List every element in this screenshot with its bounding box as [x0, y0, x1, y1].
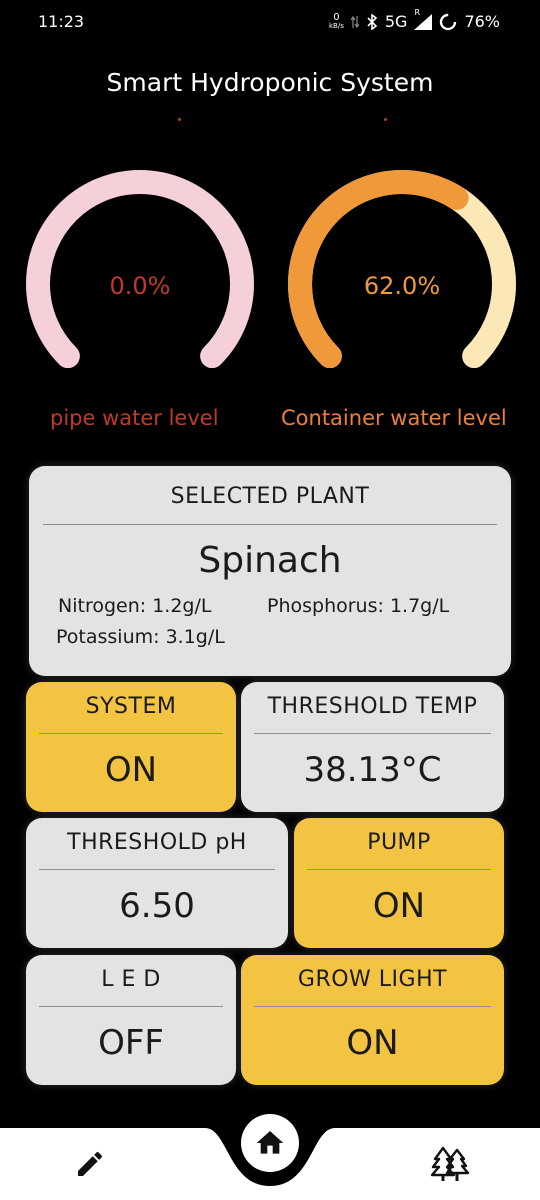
- edit-nav-button[interactable]: [64, 1142, 116, 1186]
- card-divider: [307, 869, 491, 870]
- threshold-ph-header: THRESHOLD pH: [67, 830, 247, 855]
- potassium-value: Potassium: 3.1g/L: [56, 626, 225, 648]
- gauge-fill: [288, 170, 469, 368]
- pump-status-value: ON: [372, 886, 426, 926]
- home-icon: [256, 1131, 284, 1154]
- plants-nav-button[interactable]: [422, 1140, 478, 1188]
- pump-header: PUMP: [367, 830, 431, 855]
- battery-percent: 76%: [464, 12, 500, 31]
- nitrogen-value: Nitrogen: 1.2g/L: [58, 595, 212, 617]
- status-time: 11:23: [38, 12, 85, 31]
- battery-icon: [440, 13, 457, 30]
- scroll-indicator-dot: [384, 118, 387, 121]
- led-header: L E D: [101, 967, 161, 992]
- threshold-temp-tile[interactable]: THRESHOLD TEMP 38.13°C: [241, 682, 504, 812]
- bluetooth-icon: [367, 13, 378, 30]
- threshold-ph-value: 6.50: [119, 886, 195, 926]
- roaming-indicator: R: [414, 7, 420, 17]
- app-title: Smart Hydroponic System: [106, 68, 434, 97]
- status-icons: 0 kB/s 5G R 76%: [328, 8, 500, 32]
- selected-plant-card[interactable]: SELECTED PLANT Spinach Nitrogen: 1.2g/L …: [29, 466, 511, 676]
- card-divider: [39, 869, 275, 870]
- network-type: 5G: [384, 12, 408, 31]
- card-divider: [39, 733, 223, 734]
- pipe-water-level-label: pipe water level: [50, 406, 219, 430]
- card-divider: [254, 733, 491, 734]
- net-speed: 0 kB/s: [328, 11, 344, 30]
- system-toggle-tile[interactable]: SYSTEM ON: [26, 682, 236, 812]
- home-nav-button[interactable]: [241, 1114, 299, 1172]
- threshold-temp-value: 38.13°C: [303, 750, 442, 790]
- led-status-value: OFF: [98, 1023, 164, 1063]
- system-header: SYSTEM: [85, 694, 177, 719]
- selected-plant-header: SELECTED PLANT: [170, 484, 370, 509]
- data-arrows-icon: [350, 15, 359, 28]
- card-divider: [39, 1006, 223, 1007]
- grow-light-status-value: ON: [346, 1023, 399, 1063]
- pencil-icon: [78, 1151, 103, 1176]
- card-divider: [43, 524, 497, 525]
- gauge-value: 0.0%: [109, 272, 171, 300]
- status-bar: 11:23 0 kB/s 5G R 76%: [0, 0, 540, 46]
- pump-toggle-tile[interactable]: PUMP ON: [294, 818, 504, 948]
- threshold-ph-tile[interactable]: THRESHOLD pH 6.50: [26, 818, 288, 948]
- grow-light-toggle-tile[interactable]: GROW LIGHT ON: [241, 955, 504, 1085]
- net-speed-unit: kB/s: [328, 21, 344, 30]
- system-status-value: ON: [104, 750, 158, 790]
- pipe-water-gauge: 0.0%: [24, 168, 256, 368]
- container-water-level-label: Container water level: [281, 406, 507, 430]
- card-divider: [254, 1006, 491, 1007]
- scroll-indicator-dot: [178, 118, 181, 121]
- threshold-temp-header: THRESHOLD TEMP: [267, 694, 478, 719]
- gauge-track: [26, 170, 254, 368]
- trees-icon: [430, 1146, 470, 1181]
- net-speed-value: 0: [333, 11, 340, 23]
- signal-icon: R: [414, 8, 433, 30]
- phosphorus-value: Phosphorus: 1.7g/L: [267, 595, 450, 617]
- plant-name: Spinach: [198, 540, 342, 581]
- container-water-gauge: 62.0%: [286, 168, 518, 368]
- gauge-value: 62.0%: [363, 272, 441, 300]
- led-toggle-tile[interactable]: L E D OFF: [26, 955, 236, 1085]
- bottom-navigation: [0, 1114, 540, 1200]
- grow-light-header: GROW LIGHT: [297, 967, 448, 992]
